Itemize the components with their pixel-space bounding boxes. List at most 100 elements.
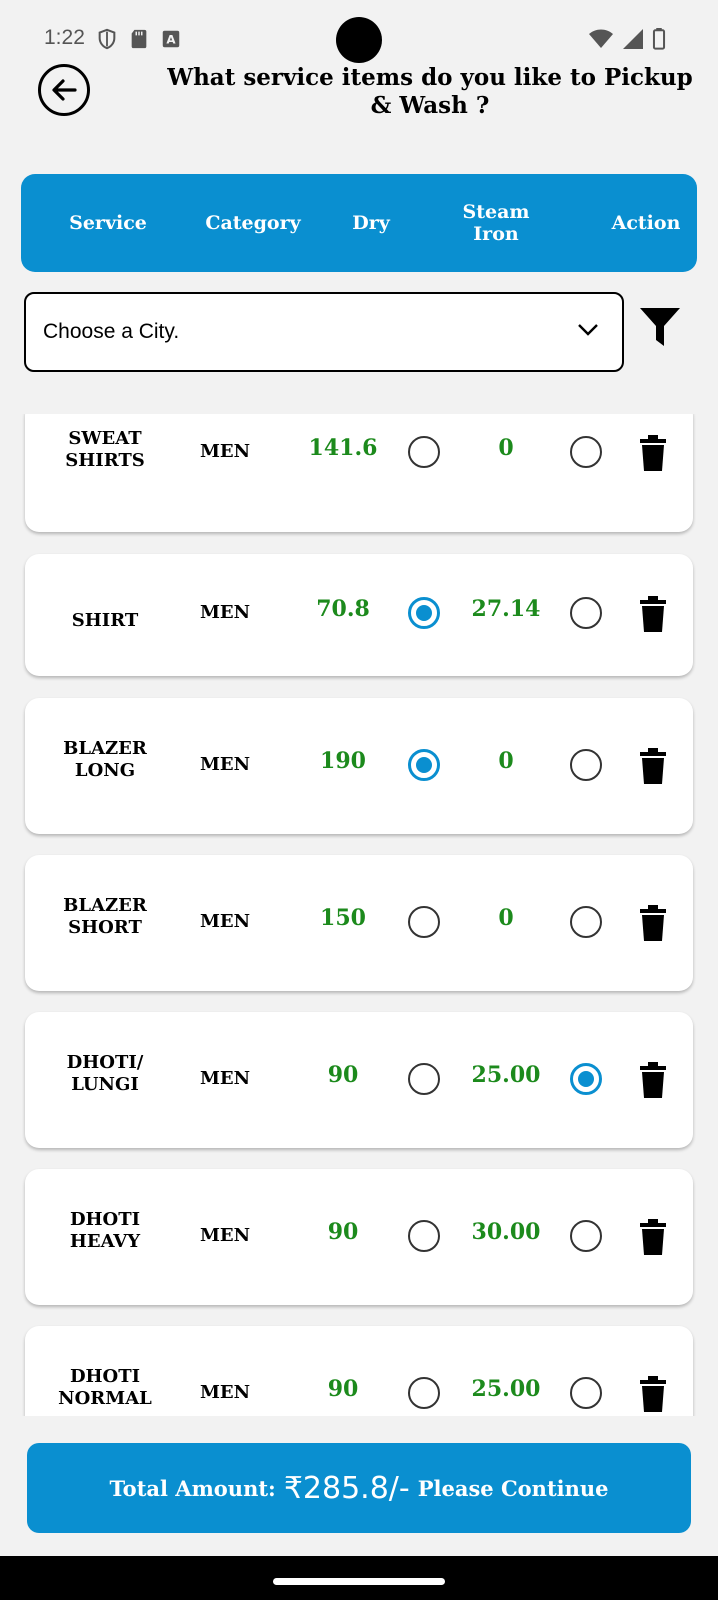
status-icons-right — [588, 28, 666, 50]
item-name-line1: BLAZER — [63, 738, 147, 759]
item-category: MEN — [199, 1225, 251, 1246]
steam-iron-price: 30.00 — [471, 1219, 541, 1245]
steam-iron-price: 0 — [498, 905, 514, 931]
dry-price: 70.8 — [316, 596, 370, 622]
delete-icon[interactable] — [640, 905, 666, 945]
item-name-line1: DHOTI/ — [66, 1052, 144, 1073]
wifi-icon — [589, 29, 613, 48]
dry-price: 90 — [327, 1062, 359, 1088]
item-name: SWEAT SHIRTS — [45, 428, 165, 472]
item-category: MEN — [199, 602, 251, 623]
item-name: SHIRT — [45, 610, 165, 632]
service-item-card: DHOTI HEAVY MEN 90 30.00 — [25, 1169, 693, 1305]
sd-card-icon — [131, 29, 147, 49]
home-gesture-handle[interactable] — [273, 1578, 445, 1585]
service-item-card: BLAZER SHORT MEN 150 0 — [25, 855, 693, 991]
status-time: 1:22 — [44, 26, 85, 49]
steam-iron-price: 27.14 — [471, 596, 541, 622]
city-select-placeholder: Choose a City. — [43, 320, 180, 343]
city-select[interactable]: Choose a City. — [24, 292, 624, 372]
delete-icon[interactable] — [640, 1376, 666, 1416]
item-name-line1: SWEAT — [68, 428, 142, 449]
item-category: MEN — [199, 1068, 251, 1089]
item-name-line1: SHIRT — [71, 610, 139, 631]
item-name: BLAZER SHORT — [45, 895, 165, 939]
steam-iron-radio[interactable] — [570, 749, 602, 781]
item-name-line2: NORMAL — [58, 1388, 152, 1409]
dry-radio[interactable] — [408, 906, 440, 938]
svg-text:A: A — [166, 33, 176, 47]
item-category: MEN — [199, 441, 251, 462]
item-name: BLAZER LONG — [45, 738, 165, 782]
steam-iron-radio[interactable] — [570, 1377, 602, 1409]
steam-iron-radio[interactable] — [570, 906, 602, 938]
steam-iron-radio[interactable] — [570, 1220, 602, 1252]
delete-icon[interactable] — [640, 596, 666, 636]
dry-radio[interactable] — [408, 749, 440, 781]
filter-icon[interactable] — [638, 306, 682, 348]
item-name-line2: LUNGI — [71, 1074, 139, 1095]
item-name-line2: HEAVY — [69, 1231, 141, 1252]
dry-radio[interactable] — [408, 1220, 440, 1252]
steam-iron-price: 0 — [498, 748, 514, 774]
service-item-card: BLAZER LONG MEN 190 0 — [25, 698, 693, 834]
item-category: MEN — [199, 754, 251, 775]
dry-radio[interactable] — [408, 597, 440, 629]
delete-icon[interactable] — [640, 1062, 666, 1102]
column-category: Category — [205, 212, 301, 234]
arrow-left-icon — [52, 79, 77, 101]
dry-radio[interactable] — [408, 1377, 440, 1409]
column-steam-line1: Steam — [462, 201, 530, 223]
back-button[interactable] — [38, 64, 90, 116]
steam-iron-price: 25.00 — [471, 1062, 541, 1088]
item-name: DHOTI HEAVY — [45, 1209, 165, 1253]
delete-icon[interactable] — [640, 1219, 666, 1259]
steam-iron-radio[interactable] — [570, 436, 602, 468]
dry-price: 90 — [327, 1219, 359, 1245]
dry-radio[interactable] — [408, 1063, 440, 1095]
item-name-line2: LONG — [74, 760, 136, 781]
continue-label: Please Continue — [417, 1475, 609, 1501]
item-name: DHOTI/ LUNGI — [45, 1052, 165, 1096]
font-a-icon: A — [162, 30, 180, 48]
dry-price: 190 — [320, 748, 366, 774]
dry-radio[interactable] — [408, 436, 440, 468]
app-screen: 1:22 A What service items do you like to… — [0, 0, 718, 1600]
steam-iron-price: 25.00 — [471, 1376, 541, 1402]
column-header-bar: Service Category Dry Steam Iron Action — [21, 174, 697, 272]
item-category: MEN — [199, 1382, 251, 1403]
column-service: Service — [69, 212, 147, 234]
item-name: DHOTI NORMAL — [45, 1366, 165, 1410]
item-name-line2: SHORT — [68, 917, 142, 938]
page-title: What service items do you like to Pickup… — [167, 64, 693, 119]
item-name-line1: DHOTI — [69, 1209, 141, 1230]
total-amount: ₹285.8/- — [283, 1470, 410, 1506]
column-action: Action — [611, 212, 681, 234]
camera-cutout — [336, 17, 382, 63]
delete-icon[interactable] — [640, 748, 666, 788]
item-name-line1: BLAZER — [63, 895, 147, 916]
column-dry: Dry — [352, 212, 390, 234]
status-icons-left: A — [96, 28, 182, 50]
dry-price: 141.6 — [308, 435, 378, 461]
steam-iron-radio[interactable] — [570, 597, 602, 629]
battery-icon — [652, 28, 666, 50]
column-steam-line2: Iron — [473, 223, 519, 245]
item-name-line1: DHOTI — [69, 1366, 141, 1387]
total-label: Total Amount: — [109, 1475, 276, 1501]
steam-iron-price: 0 — [498, 435, 514, 461]
item-category: MEN — [199, 911, 251, 932]
steam-iron-radio[interactable] — [570, 1063, 602, 1095]
column-steam-iron: Steam Iron — [441, 201, 551, 245]
signal-icon — [623, 29, 643, 49]
dry-price: 150 — [320, 905, 366, 931]
service-item-card: DHOTI/ LUNGI MEN 90 25.00 — [25, 1012, 693, 1148]
service-item-list: SWEAT SHIRTS MEN 141.6 0 SHIRT MEN 70.8 … — [0, 414, 718, 1416]
item-name-line2: SHIRTS — [65, 450, 145, 471]
delete-icon[interactable] — [640, 435, 666, 475]
continue-button[interactable]: Total Amount: ₹285.8/- Please Continue — [27, 1443, 691, 1533]
service-item-card: DHOTI NORMAL MEN 90 25.00 — [25, 1326, 693, 1416]
shield-icon — [98, 28, 116, 50]
dry-price: 90 — [327, 1376, 359, 1402]
service-item-card: SHIRT MEN 70.8 27.14 — [25, 554, 693, 676]
